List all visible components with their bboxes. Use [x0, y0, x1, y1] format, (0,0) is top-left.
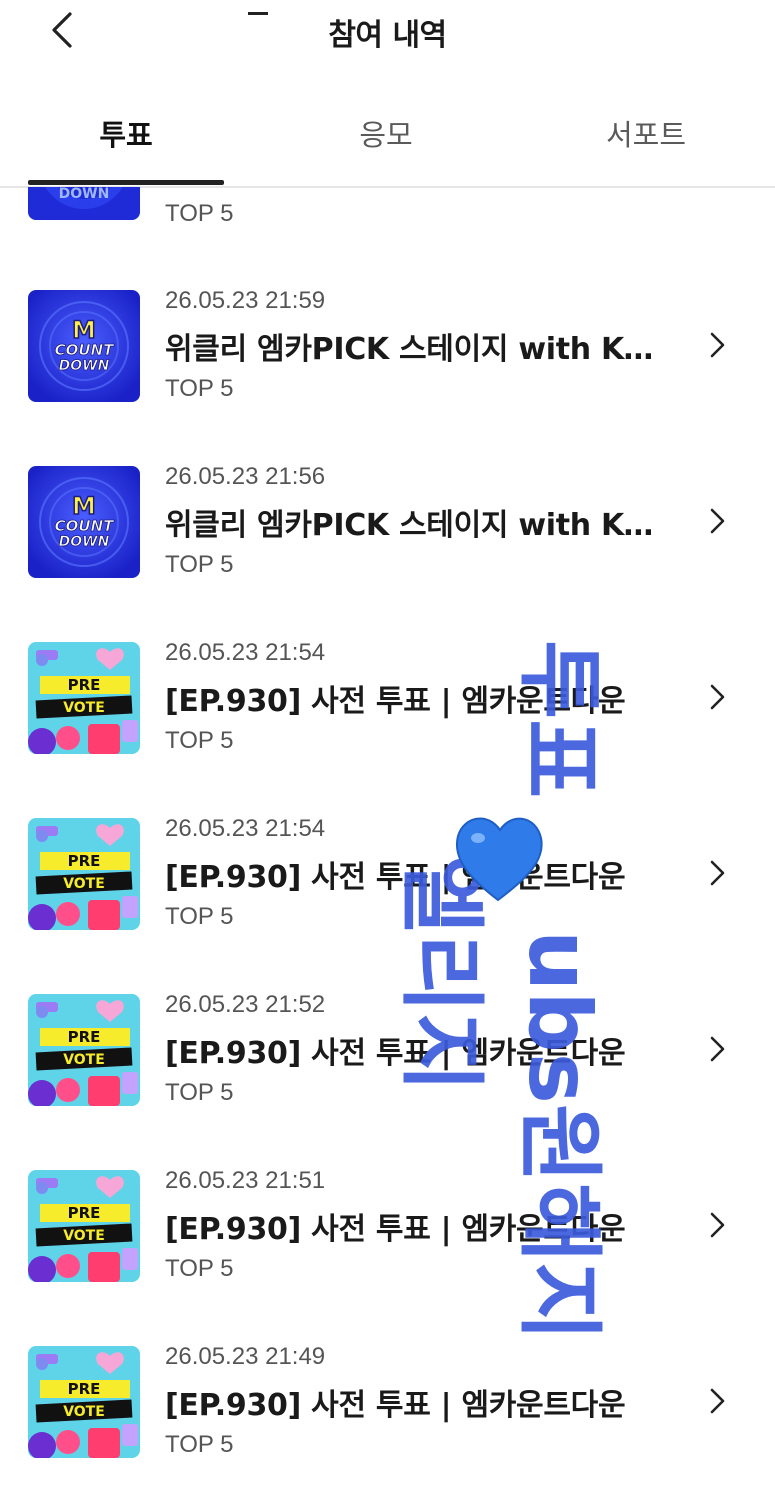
item-title: [EP.930] 사전 투표 | 엠카운트다운	[165, 1388, 626, 1423]
header: 참여 내역	[0, 0, 775, 60]
item-date: 26.05.23 21:59	[165, 287, 326, 314]
chevron-right-icon	[710, 684, 725, 710]
item-rank: TOP 5	[165, 727, 234, 754]
chevron-right-icon	[710, 1036, 725, 1062]
item-date: 26.05.23 21:52	[165, 991, 326, 1018]
countdown-thumbnail: DOWN	[28, 187, 140, 220]
tab-vote[interactable]: 투표	[26, 112, 226, 154]
chevron-right-icon	[710, 1212, 725, 1238]
item-title: 위클리 엠카PICK 스테이지 with KU...	[165, 332, 660, 367]
svg-text:VOTE: VOTE	[63, 700, 105, 716]
list-item[interactable]: PRE VOTE 26.05.23 21:54 [EP.930] 사전 투표 | 엠카…	[0, 812, 775, 988]
svg-text:COUNT: COUNT	[55, 517, 115, 535]
list-item[interactable]: M COUNT DOWN 26.05.23 21:56 위클리 엠카PICK 스테이지 …	[0, 460, 775, 636]
chevron-right-icon	[710, 508, 725, 534]
list-item[interactable]: PRE VOTE 26.05.23 21:52 [EP.930] 사전 투표 | 엠카…	[0, 988, 775, 1164]
list-item[interactable]: M COUNT DOWN 26.05.23 21:59 위클리 엠카PICK 스테이지 …	[0, 284, 775, 460]
item-title: [EP.930] 사전 투표 | 엠카운트다운	[165, 1036, 626, 1071]
svg-text:DOWN: DOWN	[59, 187, 110, 202]
svg-text:PRE: PRE	[68, 852, 101, 870]
item-date: 26.05.23 21:56	[165, 463, 326, 490]
chevron-right-icon	[710, 1388, 725, 1414]
prevote-thumbnail: PRE VOTE	[28, 818, 140, 930]
item-rank: TOP 5	[165, 903, 234, 930]
svg-text:M: M	[72, 492, 96, 520]
item-date: 26.05.23 21:51	[165, 1167, 326, 1194]
svg-text:VOTE: VOTE	[63, 876, 105, 892]
tab-support[interactable]: 서포트	[546, 112, 746, 154]
participation-list[interactable]: DOWN TOP 5 M COUNT DOWN 26.05.23 21:59 위클리 엠…	[0, 187, 775, 1493]
item-title: [EP.930] 사전 투표 | 엠카운트다운	[165, 860, 626, 895]
list-item-partial[interactable]: DOWN TOP 5	[0, 187, 775, 284]
page-title: 참여 내역	[328, 18, 447, 53]
item-date: 26.05.23 21:54	[165, 815, 326, 842]
item-rank: TOP 5	[165, 1255, 234, 1282]
svg-text:PRE: PRE	[68, 676, 101, 694]
prevote-thumbnail: PRE VOTE	[28, 1346, 140, 1458]
list-item[interactable]: PRE VOTE 26.05.23 21:54 [EP.930] 사전 투표 | 엠카…	[0, 636, 775, 812]
chevron-right-icon	[710, 860, 725, 886]
svg-text:PRE: PRE	[68, 1204, 101, 1222]
svg-text:M: M	[72, 316, 96, 344]
item-rank: TOP 5	[165, 1431, 234, 1458]
active-tab-indicator	[28, 180, 224, 185]
svg-text:PRE: PRE	[68, 1380, 101, 1398]
item-rank: TOP 5	[165, 375, 234, 402]
item-rank: TOP 5	[165, 1079, 234, 1106]
item-rank: TOP 5	[165, 200, 234, 227]
item-rank: TOP 5	[165, 551, 234, 578]
prevote-thumbnail: PRE VOTE	[28, 642, 140, 754]
tab-bar: 투표 응모 서포트	[0, 92, 775, 188]
svg-text:DOWN: DOWN	[59, 534, 110, 550]
item-date: 26.05.23 21:49	[165, 1343, 326, 1370]
countdown-thumbnail: M COUNT DOWN	[28, 290, 140, 402]
list-item[interactable]: PRE VOTE 26.05.23 21:51 [EP.930] 사전 투표 | 엠카…	[0, 1164, 775, 1340]
svg-text:VOTE: VOTE	[63, 1404, 105, 1420]
svg-text:DOWN: DOWN	[59, 358, 110, 374]
item-date: 26.05.23 21:54	[165, 639, 326, 666]
svg-text:VOTE: VOTE	[63, 1052, 105, 1068]
item-title: [EP.930] 사전 투표 | 엠카운트다운	[165, 1212, 626, 1247]
svg-text:PRE: PRE	[68, 1028, 101, 1046]
svg-text:VOTE: VOTE	[63, 1228, 105, 1244]
item-title: 위클리 엠카PICK 스테이지 with KU...	[165, 508, 660, 543]
list-item[interactable]: PRE VOTE 26.05.23 21:49 [EP.930] 사전 투표 | 엠카…	[0, 1340, 775, 1493]
prevote-thumbnail: PRE VOTE	[28, 994, 140, 1106]
prevote-thumbnail: PRE VOTE	[28, 1170, 140, 1282]
item-title: [EP.930] 사전 투표 | 엠카운트다운	[165, 684, 626, 719]
chevron-right-icon	[710, 332, 725, 358]
countdown-thumbnail: M COUNT DOWN	[28, 466, 140, 578]
svg-text:COUNT: COUNT	[55, 341, 115, 359]
tab-entry[interactable]: 응모	[286, 112, 486, 154]
